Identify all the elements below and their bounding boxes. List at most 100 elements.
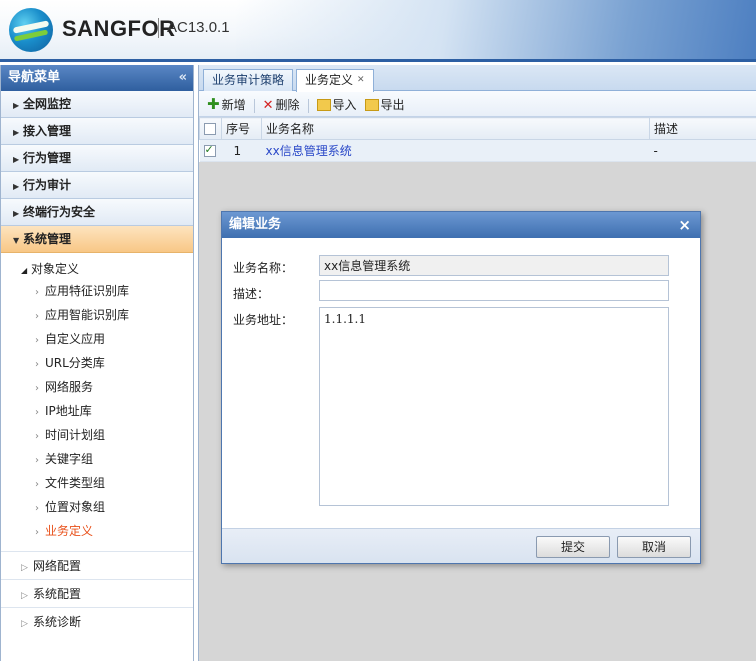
nav-sidebar: 导航菜单 « ▶ 全网监控 ▶ 接入管理 ▶ 行为管理 ▶ 行为审计 ▶ 终端行为安全 ▼… [0, 65, 194, 661]
column-header-name[interactable]: 业务名称 [261, 117, 650, 140]
tree-item-label: 网络服务 [45, 380, 94, 394]
row-index: 1 [221, 139, 262, 162]
nav-subsection-network-config[interactable]: ▷ 网络配置 [1, 551, 193, 579]
tree-item-app-smart-db[interactable]: › 应用智能识别库 [1, 303, 193, 327]
business-name-label: 业务名称： [233, 261, 294, 275]
chevron-right-icon: › [35, 431, 39, 442]
column-header-description[interactable]: 描述 [649, 117, 756, 140]
tab-business-audit-policy[interactable]: 业务审计策略 [203, 69, 294, 91]
chevron-right-icon: › [35, 407, 39, 418]
brand-separator [158, 18, 159, 38]
business-name-field[interactable] [319, 255, 669, 276]
add-label: 新增 [221, 98, 246, 112]
caret-right-icon: ▶ [13, 182, 20, 191]
tree-item-label: IP地址库 [45, 404, 92, 418]
select-all-checkbox[interactable] [204, 123, 216, 135]
tree-item-label: 业务定义 [45, 524, 94, 538]
description-label: 描述： [233, 287, 270, 301]
chevron-right-icon: › [35, 383, 39, 394]
row-select-cell[interactable] [199, 139, 222, 162]
nav-title: 导航菜单 [8, 70, 61, 85]
tree-item-business-definition[interactable]: › 业务定义 [1, 519, 193, 543]
caret-right-icon: ▶ [13, 155, 20, 164]
dialog-title: 编辑业务 [229, 217, 282, 232]
chevron-right-icon: › [35, 359, 39, 370]
nav-subsection-system-config[interactable]: ▷ 系统配置 [1, 579, 193, 607]
import-label: 导入 [332, 98, 357, 112]
chevron-right-icon: › [35, 455, 39, 466]
import-button[interactable]: 导入 [316, 92, 357, 118]
row-description: - [649, 139, 756, 162]
product-version: AC13.0.1 [167, 19, 230, 36]
tree-group-label: 对象定义 [31, 262, 80, 276]
nav-section-access-management[interactable]: ▶ 接入管理 [1, 118, 193, 145]
toolbar-divider [253, 98, 255, 113]
delete-x-icon: ✕ [262, 98, 274, 113]
business-table: 序号 业务名称 描述 1 xx信息管理系统 - [199, 117, 756, 162]
tree-item-app-signature-db[interactable]: › 应用特征识别库 [1, 279, 193, 303]
tree-item-network-service[interactable]: › 网络服务 [1, 375, 193, 399]
chevron-right-icon: › [35, 311, 39, 322]
description-field[interactable] [319, 280, 669, 301]
add-button[interactable]: ✚ 新增 [207, 91, 246, 118]
tree-item-schedule-group[interactable]: › 时间计划组 [1, 423, 193, 447]
close-icon[interactable]: × [678, 212, 691, 238]
nav-section-behavior-management[interactable]: ▶ 行为管理 [1, 145, 193, 172]
caret-right-icon: ▶ [13, 101, 20, 110]
tree-item-file-type-group[interactable]: › 文件类型组 [1, 471, 193, 495]
tree-item-label: 位置对象组 [45, 500, 106, 514]
tree-item-label: 应用特征识别库 [45, 284, 130, 298]
tree-item-ip-address-db[interactable]: › IP地址库 [1, 399, 193, 423]
nav-header: 导航菜单 « [1, 65, 193, 91]
row-checkbox[interactable] [203, 143, 216, 157]
caret-right-icon: ▷ [21, 619, 28, 629]
tab-bar: 业务审计策略 业务定义 ✕ [199, 65, 756, 92]
nav-section-endpoint-security[interactable]: ▶ 终端行为安全 [1, 199, 193, 226]
delete-label: 删除 [275, 98, 300, 112]
tab-label: 业务定义 [305, 73, 354, 87]
nav-section-label: 行为审计 [23, 178, 72, 192]
select-all-column[interactable] [199, 117, 222, 140]
nav-section-network-monitor[interactable]: ▶ 全网监控 [1, 91, 193, 118]
chevron-right-icon: › [35, 527, 39, 538]
tree-item-label: 自定义应用 [45, 332, 106, 346]
cancel-button[interactable]: 取消 [617, 536, 691, 558]
export-folder-icon [364, 99, 379, 111]
tree-group-object-definition[interactable]: ◢ 对象定义 [1, 259, 193, 279]
dialog-title-bar: 编辑业务 × [222, 212, 700, 238]
nav-section-label: 终端行为安全 [23, 205, 96, 219]
tab-business-definition[interactable]: 业务定义 ✕ [296, 69, 374, 92]
caret-right-icon: ▷ [21, 563, 28, 573]
business-address-field[interactable]: 1.1.1.1 [319, 307, 669, 506]
column-header-index[interactable]: 序号 [221, 117, 262, 140]
tree-item-label: 时间计划组 [45, 428, 106, 442]
submit-button[interactable]: 提交 [536, 536, 610, 558]
nav-subsection-system-diagnostics[interactable]: ▷ 系统诊断 [1, 607, 193, 635]
business-address-label: 业务地址： [233, 313, 294, 327]
tree-item-label: 文件类型组 [45, 476, 106, 490]
business-name-link[interactable]: xx信息管理系统 [266, 144, 352, 158]
nav-section-behavior-audit[interactable]: ▶ 行为审计 [1, 172, 193, 199]
delete-button[interactable]: ✕ 删除 [263, 92, 300, 119]
row-name[interactable]: xx信息管理系统 [261, 139, 650, 162]
dialog-footer: 提交 取消 [222, 528, 700, 563]
nav-subsection-label: 网络配置 [33, 559, 82, 573]
collapse-sidebar-icon[interactable]: « [179, 65, 187, 91]
nav-section-system-management[interactable]: ▼ 系统管理 [1, 226, 193, 253]
sangfor-logo-icon [9, 8, 53, 52]
tree-item-location-group[interactable]: › 位置对象组 [1, 495, 193, 519]
tab-label: 业务审计策略 [212, 73, 285, 87]
tree-item-url-category-db[interactable]: › URL分类库 [1, 351, 193, 375]
tree-item-custom-app[interactable]: › 自定义应用 [1, 327, 193, 351]
nav-section-label: 系统管理 [23, 232, 72, 246]
table-row[interactable]: 1 xx信息管理系统 - [199, 139, 756, 162]
caret-down-icon: ▼ [13, 236, 20, 245]
import-folder-icon [316, 99, 331, 111]
caret-right-icon: ▶ [13, 128, 20, 137]
export-button[interactable]: 导出 [364, 92, 405, 118]
nav-section-label: 全网监控 [23, 97, 72, 111]
tree-item-keyword-group[interactable]: › 关键字组 [1, 447, 193, 471]
nav-tree: ◢ 对象定义 › 应用特征识别库 › 应用智能识别库 › 自定义应用 › URL分类库 ›… [1, 253, 193, 543]
chevron-right-icon: › [35, 503, 39, 514]
close-tab-icon[interactable]: ✕ [357, 75, 365, 85]
